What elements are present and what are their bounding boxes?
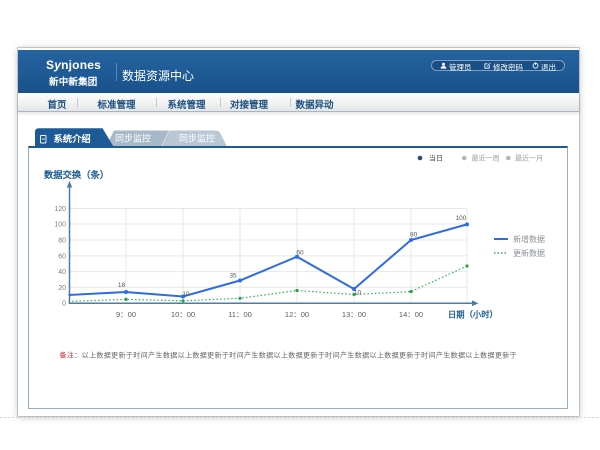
svg-text:12：00: 12：00 [285,310,309,319]
svg-text:最近一周: 最近一周 [472,154,500,163]
svg-text:80: 80 [58,238,66,245]
svg-text:10: 10 [182,291,190,298]
svg-text:新增数据: 新增数据 [513,234,545,244]
svg-text:120: 120 [54,206,66,213]
svg-text:系统介绍: 系统介绍 [54,133,91,144]
svg-text:10: 10 [354,289,362,296]
svg-text:100: 100 [456,215,467,222]
svg-text:14：00: 14：00 [399,310,423,319]
svg-text:18: 18 [118,282,126,289]
svg-text:日期（小时）: 日期（小时） [448,310,498,320]
svg-text:最近一月: 最近一月 [515,154,543,163]
svg-text:0: 0 [62,301,66,308]
svg-text:80: 80 [410,231,418,238]
svg-text:20: 20 [58,285,66,292]
svg-text:10：00: 10：00 [171,310,195,319]
svg-text:13：00: 13：00 [342,310,366,319]
svg-text:40: 40 [58,269,66,276]
svg-text:100: 100 [54,222,66,229]
svg-text:更新数据: 更新数据 [513,248,545,258]
svg-text:60: 60 [296,249,304,256]
svg-text:备注：以上数据更新于时间产生数据以上数据更新于时间产生数据以: 备注：以上数据更新于时间产生数据以上数据更新于时间产生数据以上数据更新于时间产生… [60,351,518,360]
svg-text:11：00: 11：00 [228,310,252,319]
svg-text:9：00: 9：00 [116,310,136,319]
svg-text:数据交换（条）: 数据交换（条） [44,169,109,180]
svg-text:35: 35 [229,272,237,279]
svg-text:同步监控: 同步监控 [179,133,215,144]
svg-text:同步监控: 同步监控 [115,133,151,144]
svg-text:当日: 当日 [429,154,443,163]
svg-text:60: 60 [58,254,66,261]
